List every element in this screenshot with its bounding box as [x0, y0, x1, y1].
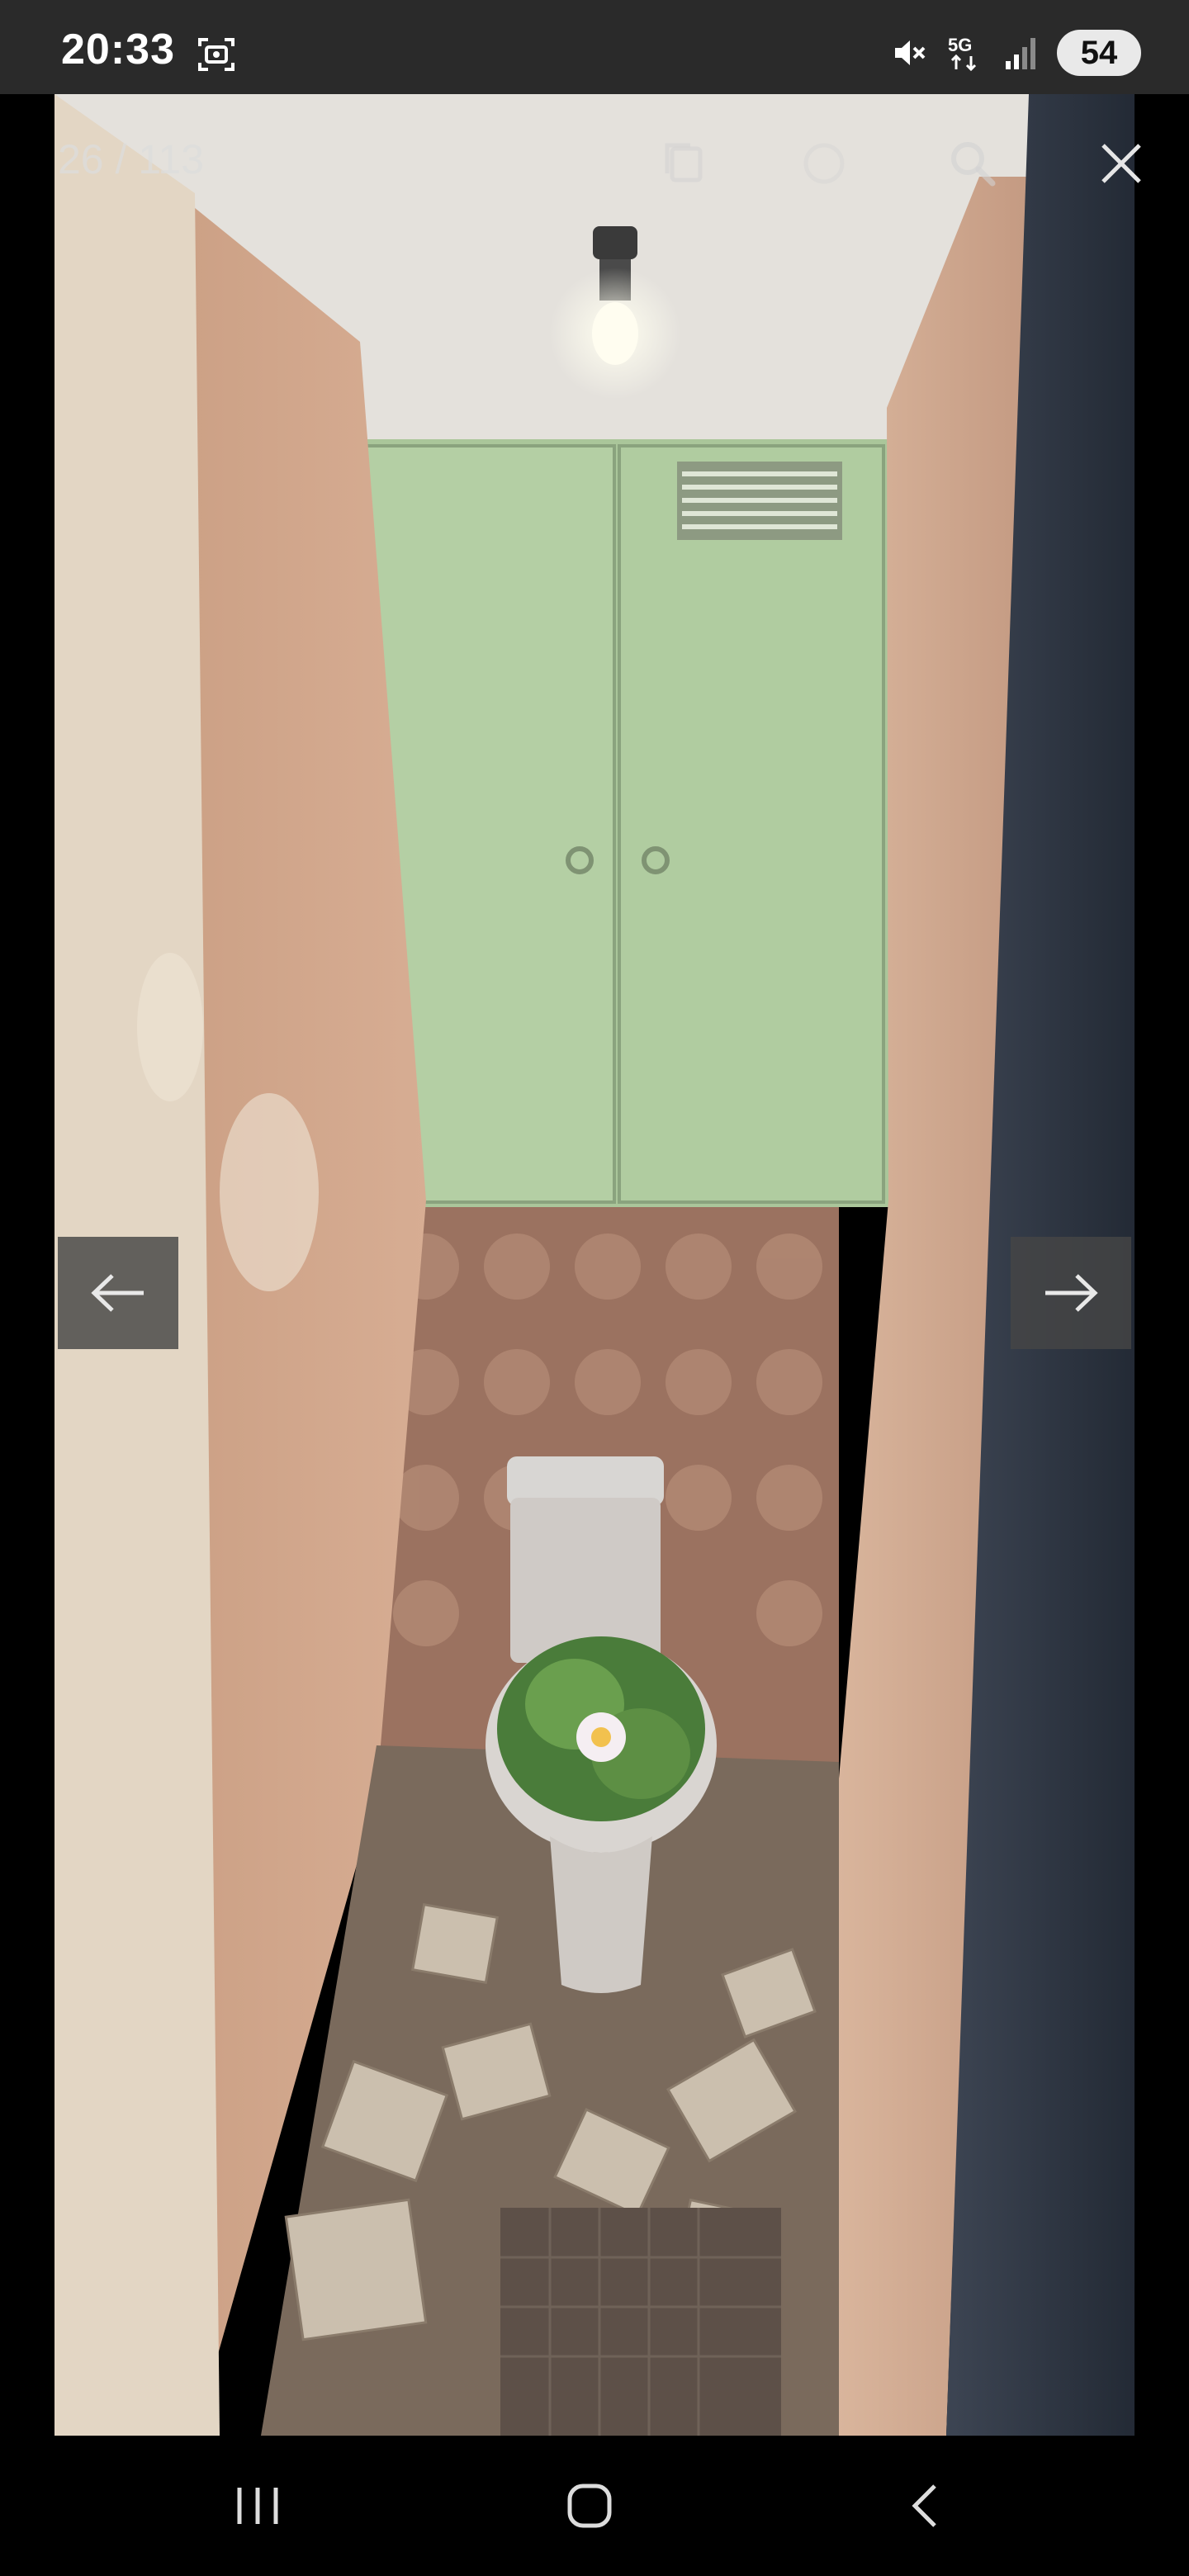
photo[interactable]: [54, 94, 1135, 2436]
close-icon[interactable]: [1095, 137, 1148, 190]
mute-icon: [895, 40, 926, 65]
arrow-right-icon: [1045, 1274, 1098, 1312]
viewer-toolbar: 26 / 113: [0, 94, 1189, 226]
network-label: 5G: [948, 35, 972, 55]
arrow-left-icon: [91, 1274, 144, 1312]
home-icon[interactable]: [565, 2481, 614, 2531]
copy-icon[interactable]: [657, 137, 710, 190]
toilet-room-photo: [54, 94, 1135, 2436]
signal-icon: [1006, 38, 1035, 69]
status-icons: 5G 54: [888, 28, 1141, 78]
photo-viewer[interactable]: 26 / 113: [0, 94, 1189, 2436]
battery-badge: 54: [1057, 30, 1141, 76]
status-time: 20:33: [61, 26, 175, 73]
5g-icon: 5G: [948, 35, 977, 72]
system-nav-bar: [0, 2436, 1189, 2576]
info-icon[interactable]: [798, 137, 850, 190]
next-photo-button[interactable]: [1011, 1237, 1131, 1349]
photo-counter: 26 / 113: [58, 136, 205, 182]
search-icon[interactable]: [946, 137, 999, 190]
recents-icon[interactable]: [233, 2481, 282, 2531]
screenshot-icon: [198, 38, 234, 71]
status-bar: 20:33 5G 54: [0, 0, 1189, 94]
prev-photo-button[interactable]: [58, 1237, 178, 1349]
back-icon[interactable]: [902, 2481, 951, 2531]
